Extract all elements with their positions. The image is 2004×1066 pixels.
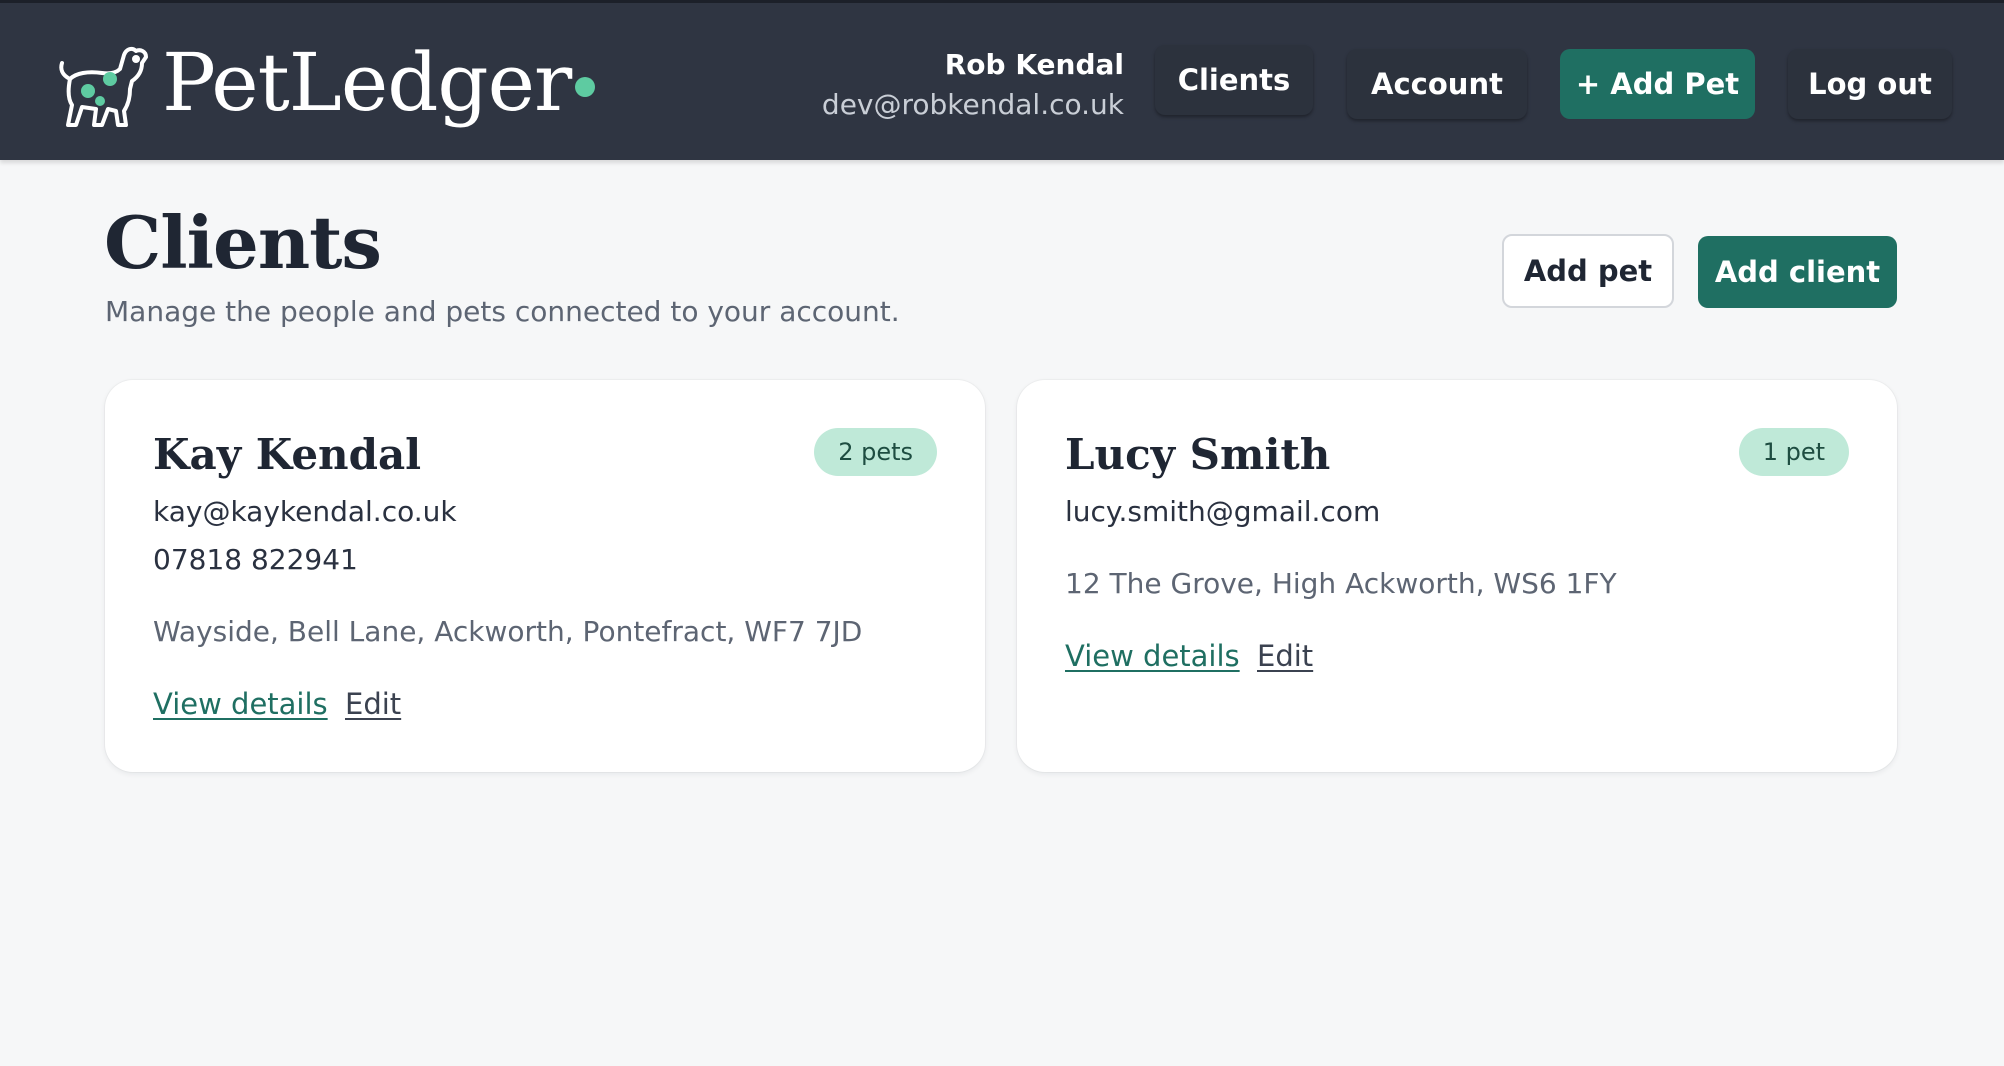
view-details-link[interactable]: View details (1065, 636, 1240, 676)
brand-dot (575, 77, 596, 97)
add-pet-button[interactable]: Add pet (1502, 234, 1674, 308)
page-title: Clients (104, 200, 382, 285)
client-email: kay@kaykendal.co.uk (153, 495, 457, 528)
pet-count-badge: 1 pet (1738, 428, 1849, 476)
client-name: Lucy Smith (1065, 430, 1331, 479)
brand-name: PetLedger (162, 36, 572, 129)
page-subtitle: Manage the people and pets connected to … (105, 295, 900, 328)
client-card: Kay Kendal 2 pets kay@kaykendal.co.uk 07… (105, 380, 985, 772)
pet-count-badge: 2 pets (814, 428, 937, 476)
logo[interactable]: PetLedger (58, 36, 596, 137)
nav-clients-button[interactable]: Clients (1155, 45, 1313, 115)
nav-account-button[interactable]: Account (1347, 49, 1527, 119)
user-email: dev@robkendal.co.uk (821, 88, 1124, 121)
user-name: Rob Kendal (944, 48, 1124, 81)
logout-button[interactable]: Log out (1788, 49, 1952, 119)
view-details-link[interactable]: View details (153, 684, 328, 724)
top-navigation-bar: PetLedger Rob Kendal dev@robkendal.co.uk… (0, 0, 2004, 160)
current-user: Rob Kendal dev@robkendal.co.uk (724, 45, 1124, 125)
edit-link[interactable]: Edit (1257, 636, 1313, 676)
add-client-button[interactable]: Add client (1698, 236, 1897, 308)
client-name: Kay Kendal (153, 430, 422, 479)
client-phone: 07818 822941 (153, 543, 358, 576)
client-address: 12 The Grove, High Ackworth, WS6 1FY (1065, 567, 1617, 600)
edit-link[interactable]: Edit (345, 684, 401, 724)
client-card: Lucy Smith 1 pet lucy.smith@gmail.com 12… (1017, 380, 1897, 772)
client-address: Wayside, Bell Lane, Ackworth, Pontefract… (153, 615, 863, 648)
dog-icon (58, 45, 152, 129)
client-email: lucy.smith@gmail.com (1065, 495, 1381, 528)
nav-add-pet-button[interactable]: + Add Pet (1560, 49, 1755, 119)
